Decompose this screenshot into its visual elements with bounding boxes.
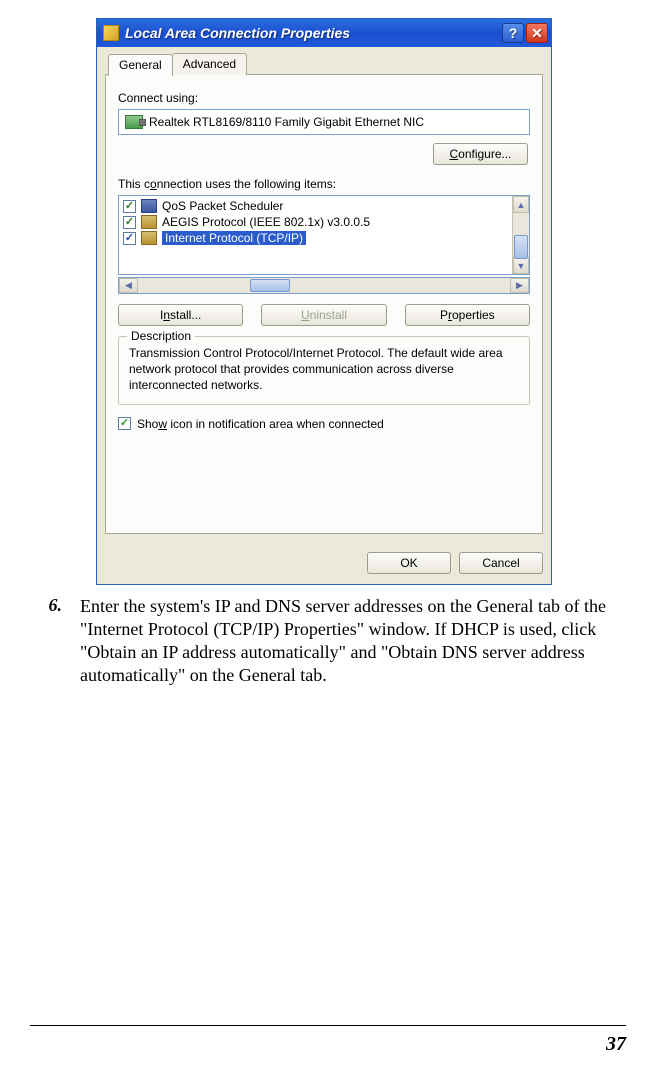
cancel-button[interactable]: Cancel <box>459 552 543 574</box>
tab-advanced[interactable]: Advanced <box>172 53 247 75</box>
list-item[interactable]: QoS Packet Scheduler <box>119 198 529 214</box>
protocol-icon <box>141 231 157 245</box>
scroll-up-icon[interactable]: ▲ <box>513 196 529 213</box>
tab-strip: General Advanced <box>108 53 543 75</box>
service-icon <box>141 199 157 213</box>
scroll-left-icon[interactable]: ◀ <box>119 278 138 293</box>
nic-icon <box>125 115 143 129</box>
instruction-step: 6. Enter the system's IP and DNS server … <box>34 595 606 687</box>
description-legend: Description <box>127 329 195 343</box>
checkbox-icon[interactable] <box>123 232 136 245</box>
step-number: 6. <box>34 595 62 687</box>
adapter-name: Realtek RTL8169/8110 Family Gigabit Ethe… <box>149 115 424 129</box>
item-label: QoS Packet Scheduler <box>162 199 283 213</box>
connect-using-label: Connect using: <box>118 91 530 105</box>
list-item[interactable]: AEGIS Protocol (IEEE 802.1x) v3.0.0.5 <box>119 214 529 230</box>
footer-divider <box>30 1025 626 1026</box>
checkbox-icon[interactable] <box>123 216 136 229</box>
horizontal-scrollbar[interactable]: ◀ ▶ <box>118 277 530 294</box>
scroll-track[interactable] <box>513 213 529 257</box>
tab-panel-general: Connect using: Realtek RTL8169/8110 Fami… <box>105 74 543 534</box>
uninstall-button: Uninstall <box>261 304 386 326</box>
item-label: Internet Protocol (TCP/IP) <box>162 231 306 245</box>
dialog-button-row: OK Cancel <box>97 542 551 584</box>
protocol-icon <box>141 215 157 229</box>
page-number: 37 <box>606 1033 626 1056</box>
show-icon-label: Show icon in notification area when conn… <box>137 417 384 431</box>
step-text: Enter the system's IP and DNS server add… <box>80 595 606 687</box>
checkbox-icon[interactable] <box>123 200 136 213</box>
tab-general[interactable]: General <box>108 54 173 76</box>
item-label: AEGIS Protocol (IEEE 802.1x) v3.0.0.5 <box>162 215 370 229</box>
install-button[interactable]: Install... <box>118 304 243 326</box>
window-icon <box>103 25 119 41</box>
properties-button[interactable]: Properties <box>405 304 530 326</box>
checkbox-icon[interactable] <box>118 417 131 430</box>
scroll-right-icon[interactable]: ▶ <box>510 278 529 293</box>
scroll-thumb[interactable] <box>514 235 528 259</box>
description-text: Transmission Control Protocol/Internet P… <box>129 345 519 394</box>
titlebar: Local Area Connection Properties ? ✕ <box>97 19 551 47</box>
hscroll-thumb[interactable] <box>250 279 290 292</box>
show-icon-checkbox-row[interactable]: Show icon in notification area when conn… <box>118 417 530 431</box>
items-listbox[interactable]: QoS Packet Scheduler AEGIS Protocol (IEE… <box>118 195 530 275</box>
configure-button[interactable]: Configure... <box>433 143 528 165</box>
vertical-scrollbar[interactable]: ▲ ▼ <box>512 196 529 274</box>
close-button[interactable]: ✕ <box>526 23 548 43</box>
adapter-field[interactable]: Realtek RTL8169/8110 Family Gigabit Ethe… <box>118 109 530 135</box>
connection-properties-dialog: Local Area Connection Properties ? ✕ Gen… <box>96 18 552 585</box>
window-title: Local Area Connection Properties <box>125 25 502 41</box>
ok-button[interactable]: OK <box>367 552 451 574</box>
scroll-down-icon[interactable]: ▼ <box>513 257 529 274</box>
items-label: This connection uses the following items… <box>118 177 530 191</box>
description-group: Description Transmission Control Protoco… <box>118 336 530 405</box>
hscroll-track[interactable] <box>138 278 510 293</box>
help-button[interactable]: ? <box>502 23 524 43</box>
list-item-selected[interactable]: Internet Protocol (TCP/IP) <box>119 230 529 246</box>
